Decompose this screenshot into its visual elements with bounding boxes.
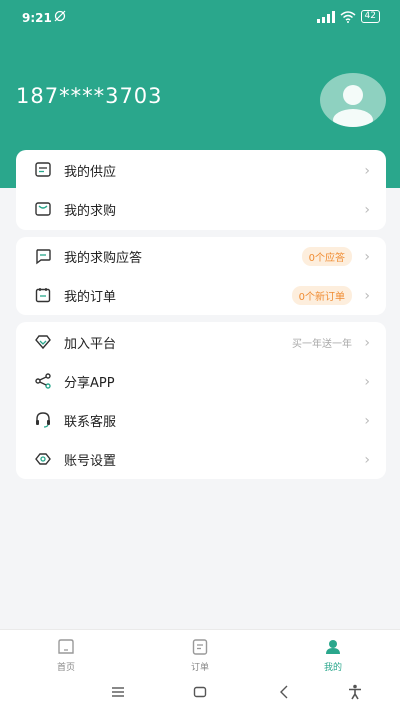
menu-item-share-app[interactable]: 分享APP › [16,362,386,401]
menu-item-label: 分享APP [64,376,115,391]
menu-item-label: 我的求购 [64,204,117,219]
calendar-icon [35,288,51,303]
promo-hint: 买一年送一年 [292,339,352,350]
menu-item-account-settings[interactable]: 账号设置 › [16,440,386,479]
chevron-right-icon: › [364,373,370,390]
menu-item-purchase-replies[interactable]: 我的求购应答 0个应答 › [16,237,386,276]
user-phone: 187****3703 [16,84,163,108]
purchase-icon [35,202,51,216]
menu-item-label: 我的订单 [64,290,117,305]
battery-icon: 42 [360,10,380,23]
home-button-icon[interactable] [191,683,209,701]
tab-label: 订单 [190,663,209,673]
profile-icon [326,640,340,654]
message-icon [36,249,51,265]
orders-card: 我的求购应答 0个应答 › 我的订单 0个新订单 › [16,237,386,315]
menu-item-label: 联系客服 [64,415,117,430]
menu-item-label: 我的求购应答 [64,251,143,266]
chevron-right-icon: › [364,201,370,218]
diamond-icon [35,335,51,350]
home-icon [58,639,74,654]
share-icon [35,373,51,389]
tab-orders[interactable]: 订单 [160,634,240,673]
menu-item-label: 加入平台 [64,337,117,352]
accessibility-icon[interactable] [346,683,364,701]
menu-icon[interactable] [109,683,127,701]
back-icon[interactable] [276,683,294,701]
chevron-right-icon: › [364,162,370,179]
menu-item-label: 我的供应 [64,165,117,180]
settings-card: 加入平台 买一年送一年 › 分享APP › 联系客服 › 账号设置 › [16,322,386,479]
supply-icon [35,162,51,177]
menu-item-join-platform[interactable]: 加入平台 买一年送一年 › [16,323,386,362]
avatar[interactable] [320,73,386,127]
menu-item-my-purchase[interactable]: 我的求购 › [16,190,386,229]
new-order-badge: 0个新订单 [291,286,352,305]
tab-mine[interactable]: 我的 [293,634,373,673]
headset-icon [36,412,50,428]
chevron-right-icon: › [364,248,370,265]
order-icon [192,639,208,655]
system-nav-bar [0,673,400,711]
tab-home[interactable]: 首页 [26,634,106,673]
reply-count-badge: 0个应答 [301,247,352,266]
wifi-icon [340,10,356,23]
chevron-right-icon: › [364,334,370,351]
tab-label: 首页 [56,663,75,673]
menu-item-my-supply[interactable]: 我的供应 › [16,151,386,190]
chevron-right-icon: › [364,287,370,304]
alarm-icon [54,10,66,25]
bottom-tab-bar: 首页 订单 我的 [0,629,400,673]
menu-item-customer-service[interactable]: 联系客服 › [16,401,386,440]
menu-item-label: 账号设置 [64,454,117,469]
signal-icon [316,10,335,23]
chevron-right-icon: › [364,412,370,429]
tab-label: 我的 [323,663,342,673]
status-time: 9:21 [22,11,52,25]
settings-eye-icon [35,453,51,465]
chevron-right-icon: › [364,451,370,468]
status-bar: 9:21 42 [0,0,400,38]
supply-card: 我的供应 › 我的求购 › [16,150,386,230]
menu-item-my-orders[interactable]: 我的订单 0个新订单 › [16,276,386,315]
